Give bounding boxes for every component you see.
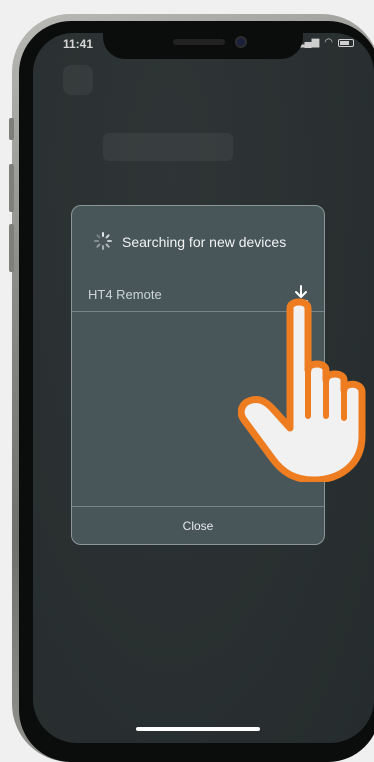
front-camera [235,36,247,48]
dialog-header: Searching for new devices [72,206,324,278]
home-indicator[interactable] [136,727,260,731]
volume-up-button [9,164,14,212]
blurred-app-icon [63,65,93,95]
volume-down-button [9,224,14,272]
close-button-label: Close [182,519,214,533]
mute-switch [9,118,14,140]
status-time: 11:41 [63,37,94,51]
close-button[interactable]: Close [72,506,324,544]
device-name: HT4 Remote [88,287,162,302]
battery-icon [338,38,354,47]
loading-spinner-icon [94,232,112,250]
notch [103,33,303,59]
dialog-title: Searching for new devices [122,234,287,250]
wifi-icon: ◠ [324,37,333,48]
status-icons: ▂▄▆ ◠ [297,37,354,48]
blurred-content [103,133,233,161]
hand-pointer-icon [238,298,366,482]
speaker [173,39,225,45]
